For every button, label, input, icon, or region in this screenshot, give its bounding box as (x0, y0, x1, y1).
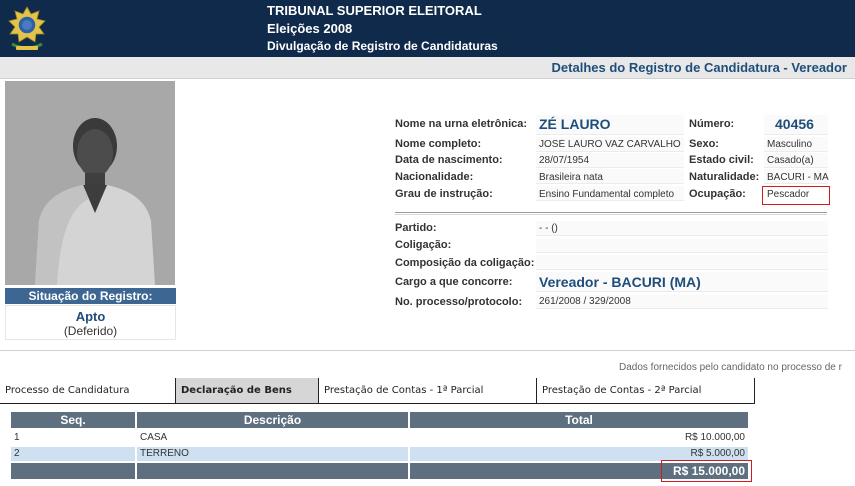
candidate-photo (5, 81, 175, 285)
data-notice: Dados fornecidos pelo candidato no proce… (619, 362, 842, 373)
urna-value: ZÉ LAURO (539, 116, 611, 132)
tab-prestacao-contas-1[interactable]: Prestação de Contas - 1ª Parcial (319, 378, 537, 404)
row-1-seq: 1 (14, 432, 20, 443)
nasc-label: Data de nascimento: (395, 154, 503, 166)
site-header: TRIBUNAL SUPERIOR ELEITORAL Eleições 200… (0, 0, 855, 57)
row-2-seq: 2 (11, 447, 135, 461)
row-2-total: R$ 5.000,00 (410, 447, 748, 461)
status-value: Apto (75, 309, 106, 324)
row-2-descricao: TERRENO (137, 447, 408, 461)
coligacao-value-bg (536, 238, 828, 253)
nac-value: Brasileira nata (539, 172, 603, 183)
section-separator-light (395, 214, 827, 215)
ocup-value: Pescador (767, 189, 810, 200)
sexo-label: Sexo: (689, 138, 719, 150)
grau-label: Grau de instrução: (395, 188, 493, 200)
brazil-coat-of-arms-icon (8, 6, 46, 50)
processo-value: 261/2008 / 329/2008 (539, 296, 631, 307)
row-1-descricao: CASA (140, 432, 168, 443)
row-1-total: R$ 10.000,00 (684, 432, 745, 443)
tab-processo-candidatura[interactable]: Processo de Candidatura (0, 378, 176, 404)
natur-value: BACURI - MA (767, 172, 829, 183)
nac-label: Nacionalidade: (395, 171, 474, 183)
status-sub: (Deferido) (63, 324, 118, 338)
partido-label: Partido: (395, 222, 437, 234)
coligacao-label: Coligação: (395, 239, 452, 251)
cargo-value: Vereador - BACURI (MA) (539, 274, 701, 290)
tab-prestacao-contas-2[interactable]: Prestação de Contas - 2ª Parcial (537, 378, 755, 404)
content-divider (0, 350, 855, 351)
numero-value: 40456 (775, 116, 814, 132)
numero-label: Número: (689, 118, 735, 130)
footer-cell-descricao (137, 463, 408, 479)
header-subtitle: Divulgação de Registro de Candidaturas (267, 39, 498, 53)
composicao-label: Composição da coligação: (395, 257, 535, 269)
page-title: Detalhes do Registro de Candidatura - Ve… (551, 60, 847, 75)
header-institution: TRIBUNAL SUPERIOR ELEITORAL (267, 3, 482, 18)
column-header-seq: Seq. (11, 412, 135, 428)
sexo-value: Masculino (767, 139, 813, 150)
person-silhouette-icon (5, 81, 175, 285)
nome-label: Nome completo: (395, 138, 482, 150)
grau-value: Ensino Fundamental completo (539, 189, 675, 200)
civil-label: Estado civil: (689, 154, 754, 166)
column-header-descricao: Descrição (137, 412, 408, 428)
composicao-value-bg (536, 255, 828, 270)
civil-value: Casado(a) (767, 155, 814, 166)
total-highlight (661, 460, 752, 482)
urna-label: Nome na urna eletrônica: (395, 118, 528, 130)
nome-value: JOSÉ LAURO VAZ CARVALHO (539, 139, 681, 150)
status-label: Situação do Registro: (5, 288, 176, 304)
partido-value: - - () (539, 223, 558, 234)
nasc-value: 28/07/1954 (539, 155, 590, 166)
footer-cell-seq (11, 463, 135, 479)
column-header-total: Total (410, 412, 748, 428)
partido-value-bg (536, 221, 828, 236)
header-election: Eleições 2008 (267, 21, 353, 36)
natur-label: Naturalidade: (689, 171, 760, 183)
status-box: Apto (Deferido) (5, 305, 176, 340)
tab-declaracao-bens[interactable]: Declaração de Bens (176, 378, 319, 404)
processo-label: No. processo/protocolo: (395, 296, 523, 308)
section-separator (395, 212, 827, 213)
ocup-label: Ocupação: (689, 188, 746, 200)
cargo-label: Cargo a que concorre: (395, 276, 513, 288)
title-band: Detalhes do Registro de Candidatura - Ve… (0, 57, 855, 79)
